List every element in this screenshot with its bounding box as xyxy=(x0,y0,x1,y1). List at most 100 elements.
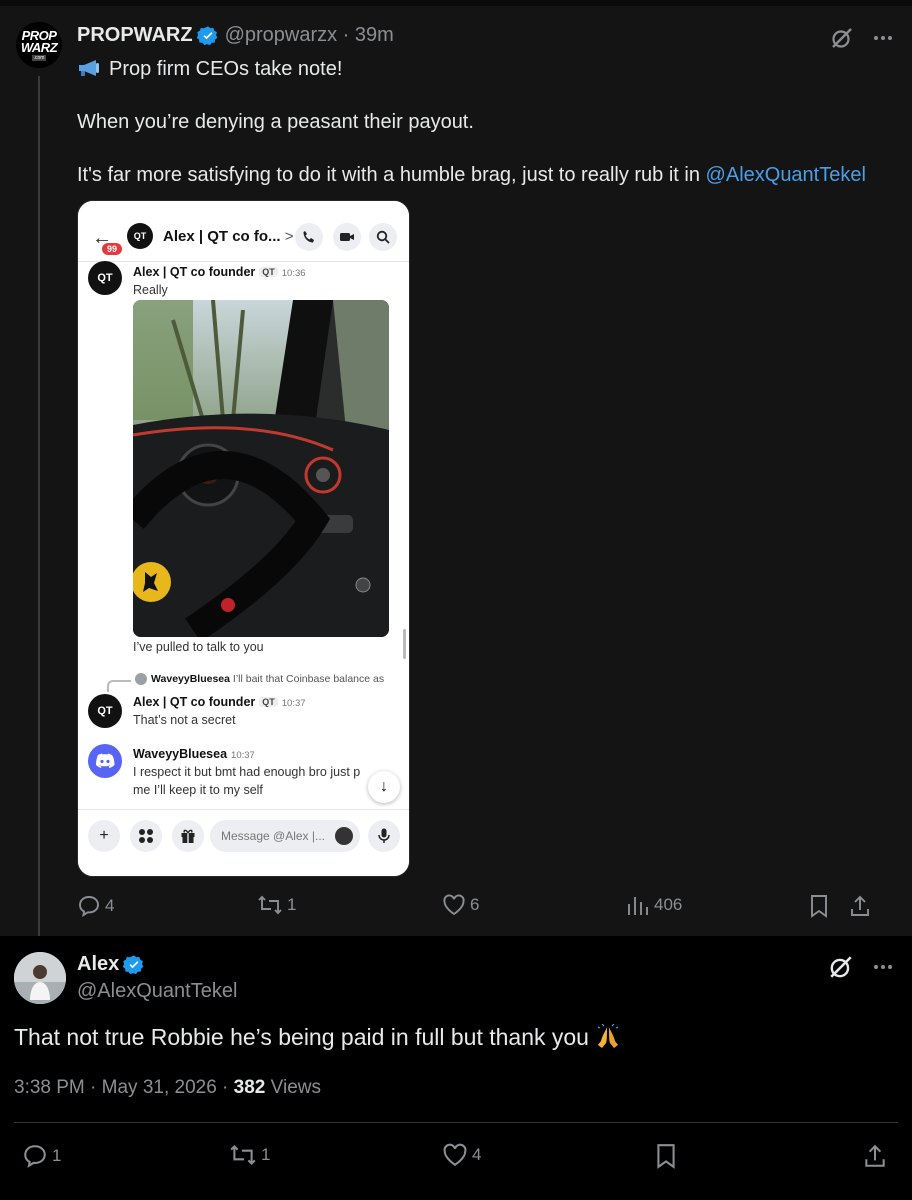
server-tag: QT xyxy=(259,267,278,277)
parent-tweet-header: PROPWARZ @propwarzx · 39m xyxy=(77,24,394,47)
emoji-icon[interactable] xyxy=(335,827,353,845)
bookmark-icon xyxy=(657,1144,675,1169)
views-button[interactable]: 406 xyxy=(626,894,682,916)
microphone-icon[interactable] xyxy=(368,820,400,852)
retweet-button[interactable]: 1 xyxy=(257,894,296,916)
reply-button[interactable]: 1 xyxy=(22,1143,61,1169)
jump-to-bottom-icon[interactable]: ↓ xyxy=(368,771,400,803)
reply-author-row: Alex xyxy=(77,953,151,976)
reply-tweet-actions: 1 1 4 xyxy=(14,1143,898,1171)
qt-avatar: QT xyxy=(88,694,122,728)
author-handle[interactable]: @AlexQuantTekel xyxy=(77,980,237,1003)
reply-preview-text: I’ll bait that Coinbase balance as xyxy=(232,673,385,685)
retweet-button[interactable]: 1 xyxy=(229,1143,270,1167)
plus-icon[interactable]: + xyxy=(88,820,120,852)
mention-link[interactable]: @AlexQuantTekel xyxy=(706,164,866,186)
message-text: That’s not a secret xyxy=(133,713,236,727)
apps-icon[interactable] xyxy=(130,820,162,852)
author-name[interactable]: PROPWARZ xyxy=(77,24,193,47)
reply-icon xyxy=(79,896,99,917)
unread-badge: 99 xyxy=(100,241,125,257)
discord-small-icon xyxy=(135,673,147,685)
phone-icon[interactable] xyxy=(295,223,323,251)
chat-title: Alex | QT co fo... > xyxy=(163,228,293,245)
message-author: WaveyyBluesea 10:37 xyxy=(133,747,255,761)
author-handle[interactable]: @propwarzx xyxy=(225,24,338,47)
parent-tweet-icons xyxy=(830,26,894,50)
alex-avatar[interactable] xyxy=(14,952,66,1004)
discord-logo-icon xyxy=(96,753,115,768)
bookmark-button[interactable] xyxy=(808,894,830,918)
grok-icon[interactable] xyxy=(828,954,854,980)
reply-icon xyxy=(24,1145,46,1168)
avatar-logo-sub: .com xyxy=(31,54,47,61)
grok-icon[interactable] xyxy=(830,26,854,50)
message-author: Alex | QT co founder QT 10:37 xyxy=(133,695,306,709)
views-count: 406 xyxy=(654,895,683,914)
parent-tweet[interactable]: PROP WARZ .com PROPWARZ @propwarzx · 39m… xyxy=(0,6,912,946)
reply-preview-name: WaveyyBluesea xyxy=(151,673,230,685)
reply-button[interactable]: 4 xyxy=(77,894,114,918)
like-icon xyxy=(443,1143,467,1166)
reply-tweet-text: That not true Robbie he’s being paid in … xyxy=(14,1024,621,1051)
scrollbar[interactable] xyxy=(403,629,406,659)
parent-tweet-actions: 4 1 6 406 xyxy=(77,894,897,920)
pray-emoji-icon xyxy=(598,1024,619,1048)
reply-count: 1 xyxy=(52,1146,62,1165)
reply-tweet-meta: 3:38 PM · May 31, 2026 · 382 Views xyxy=(14,1077,321,1099)
message-time: 10:37 xyxy=(231,750,255,761)
reply-tweet: Alex @AlexQuantTekel That not true Robbi… xyxy=(0,936,912,1200)
views-label: Views xyxy=(265,1077,321,1098)
views-count: 382 xyxy=(233,1077,266,1098)
message-time: 10:37 xyxy=(281,698,306,709)
thread-line xyxy=(38,76,40,946)
share-button[interactable] xyxy=(848,894,872,918)
tweet-line-2: When you’re denying a peasant their payo… xyxy=(77,111,474,133)
bookmark-icon xyxy=(811,895,827,918)
retweet-count: 1 xyxy=(287,895,297,914)
message-author-name: Alex | QT co founder xyxy=(133,695,256,709)
author-name[interactable]: Alex xyxy=(77,953,119,976)
verified-badge-icon xyxy=(196,25,218,45)
like-count: 4 xyxy=(472,1145,482,1164)
divider xyxy=(14,1122,898,1123)
avatar-logo-line-2: WARZ xyxy=(20,39,58,55)
parent-tweet-text: Prop firm CEOs take note! When you’re de… xyxy=(77,56,897,215)
message-author-name: WaveyyBluesea xyxy=(133,747,228,761)
video-icon[interactable] xyxy=(333,223,361,251)
message-time: 10:36 xyxy=(281,268,306,279)
tweet-line-1-text: Prop firm CEOs take note! xyxy=(109,58,343,80)
header-divider xyxy=(78,261,409,262)
image-caption-message: I’ve pulled to talk to you xyxy=(133,640,264,654)
timestamp[interactable]: 3:38 PM · May 31, 2026 · xyxy=(14,1077,234,1098)
reply-count: 4 xyxy=(105,896,115,915)
gift-icon[interactable] xyxy=(172,820,204,852)
propwarz-avatar[interactable]: PROP WARZ .com xyxy=(16,22,62,68)
attached-screenshot[interactable]: ← 99 QT Alex | QT co fo... > QT Alex | Q… xyxy=(77,200,410,877)
message-author: Alex | QT co founder QT 10:36 xyxy=(133,265,306,279)
bookmark-button[interactable] xyxy=(654,1143,678,1169)
share-button[interactable] xyxy=(862,1143,888,1169)
verified-badge-icon xyxy=(123,954,144,974)
reply-tweet-icons xyxy=(828,954,894,980)
message-text: Really xyxy=(133,283,168,297)
tweet-time[interactable]: 39m xyxy=(355,24,394,47)
car-interior-photo[interactable] xyxy=(133,300,389,637)
tweet-line-3-text: It's far more satisfying to do it with a… xyxy=(77,164,706,186)
chat-title-text: Alex | QT co fo... xyxy=(163,228,281,245)
like-button[interactable]: 6 xyxy=(442,894,479,916)
more-icon[interactable] xyxy=(872,27,894,49)
more-icon[interactable] xyxy=(872,956,894,978)
search-icon[interactable] xyxy=(369,223,397,251)
retweet-icon xyxy=(230,1144,256,1166)
chat-header: ← 99 QT Alex | QT co fo... > xyxy=(78,201,409,261)
share-icon xyxy=(851,895,869,916)
like-button[interactable]: 4 xyxy=(442,1143,481,1167)
reply-connector xyxy=(107,680,131,692)
message-author-name: Alex | QT co founder xyxy=(133,265,256,279)
tweet-line-1: Prop firm CEOs take note! xyxy=(77,56,897,82)
retweet-count: 1 xyxy=(261,1145,271,1164)
discord-avatar xyxy=(88,744,122,778)
reply-preview[interactable]: WaveyyBluesea I’ll bait that Coinbase ba… xyxy=(151,673,384,685)
reply-tweet-body: That not true Robbie he’s being paid in … xyxy=(14,1024,589,1050)
